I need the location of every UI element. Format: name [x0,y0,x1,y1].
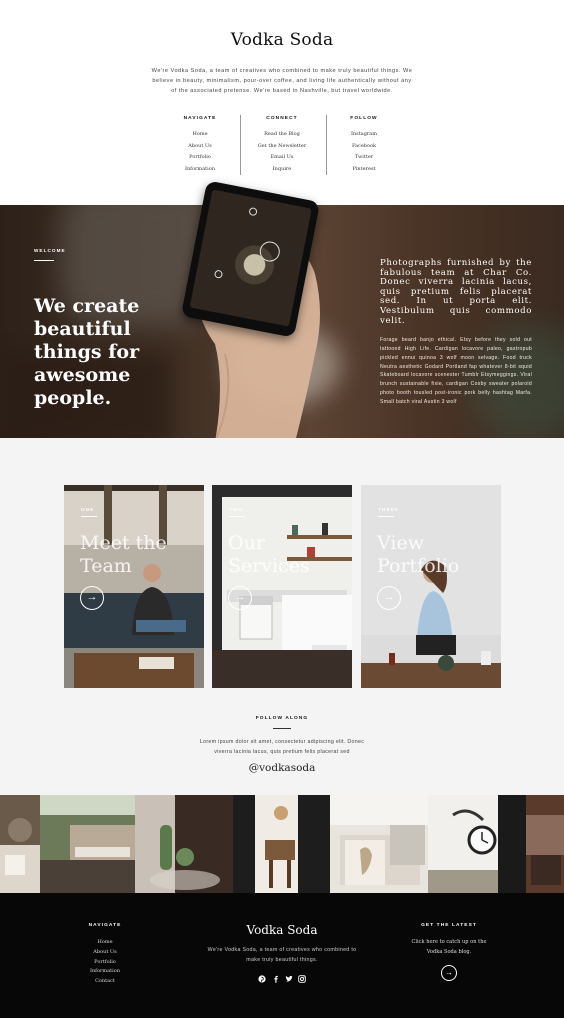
arrow-right-icon[interactable]: → [228,586,252,610]
welcome-label: WELCOME [34,248,66,253]
header-nav: NAVIGATE Home About Us Portfolio Informa… [160,115,404,175]
hero-headline: We create beautiful things for awesome p… [34,295,140,409]
nav-link-information[interactable]: Information [160,164,240,176]
card-our-services[interactable]: TWO Our Services → [212,485,352,688]
footer-latest: GET THE LATEST Click here to catch up on… [404,923,494,981]
nav-link-portfolio[interactable]: Portfolio [160,152,240,164]
site-title[interactable]: Vodka Soda [0,30,564,50]
nav-link-facebook[interactable]: Facebook [324,141,404,153]
follow-rule [273,728,291,729]
footer-link-about[interactable]: About Us [70,948,140,958]
card-rule [81,516,97,517]
nav-link-inquire[interactable]: Inquire [242,164,322,176]
footer-link-portfolio[interactable]: Portfolio [70,958,140,968]
nav-link-blog[interactable]: Read the Blog [242,129,322,141]
nav-column-navigate: NAVIGATE Home About Us Portfolio Informa… [160,115,240,175]
footer-link-information[interactable]: Information [70,967,140,977]
nav-link-newsletter[interactable]: Get the Newsletter [242,141,322,153]
nav-heading: NAVIGATE [183,116,217,121]
footer-nav: NAVIGATE Home About Us Portfolio Informa… [70,923,140,987]
instagram-photo[interactable] [0,795,40,893]
latest-body[interactable]: Click here to catch up on the Vodka Soda… [404,938,494,957]
hero-body: Forage beard banjo ethical. Etsy before … [380,337,532,405]
hero-lead: Photographs furnished by the fabulous te… [380,258,532,326]
follow-along-heading: FOLLOW ALONG [255,716,309,721]
card-view-portfolio[interactable]: THREE View Portfolio → [361,485,501,688]
arrow-right-icon[interactable]: → [377,586,401,610]
instagram-handle[interactable]: @vodkasoda [0,762,564,774]
follow-body: Lorem ipsum dolor sit amet, consectetur … [199,739,365,755]
nav-link-instagram[interactable]: Instagram [324,129,404,141]
instagram-photo[interactable] [428,795,526,893]
divider [240,115,241,175]
nav-column-follow: FOLLOW Instagram Facebook Twitter Pinter… [324,115,404,175]
footer-link-home[interactable]: Home [70,938,140,948]
phone-screen [189,189,312,327]
footer-nav-heading: NAVIGATE [88,923,122,928]
card-number: TWO [229,507,244,512]
follow-heading: FOLLOW [350,116,378,121]
nav-link-pinterest[interactable]: Pinterest [324,164,404,176]
card-rule [229,516,245,517]
instagram-photo[interactable] [330,795,428,893]
site-footer: NAVIGATE Home About Us Portfolio Informa… [0,893,564,1018]
card-meet-the-team[interactable]: ONE Meet the Team → [64,485,204,688]
instagram-feed [0,795,564,893]
label-rule [34,260,54,261]
arrow-right-icon[interactable]: → [80,586,104,610]
site-header: Vodka Soda We're Vodka Soda, a team of c… [0,0,564,205]
footer-title[interactable]: Vodka Soda [207,923,357,937]
nav-column-connect: CONNECT Read the Blog Get the Newsletter… [242,115,322,175]
hero-text-block: Photographs furnished by the fabulous te… [380,258,532,407]
card-title: View Portfolio [377,532,460,577]
arrow-right-icon[interactable]: → [441,965,457,981]
phone-photo-detail [248,206,258,217]
hero-label-block: WELCOME [34,248,194,261]
phone-photo-detail [213,269,224,279]
instagram-photo[interactable] [233,795,330,893]
social-links [256,975,310,985]
nav-link-email[interactable]: Email Us [242,152,322,164]
nav-link-twitter[interactable]: Twitter [324,152,404,164]
latest-heading: GET THE LATEST [421,923,477,928]
instagram-photo[interactable] [40,795,135,893]
nav-link-about[interactable]: About Us [160,141,240,153]
footer-link-contact[interactable]: Contact [70,977,140,987]
twitter-icon[interactable] [285,975,293,983]
connect-heading: CONNECT [266,116,298,121]
instagram-photo[interactable] [526,795,564,893]
card-rule [378,516,394,517]
phone-photo-detail [258,239,282,264]
footer-body: We're Vodka Soda, a team of creatives wh… [207,947,357,963]
footer-brand: Vodka Soda We're Vodka Soda, a team of c… [207,923,357,965]
card-number: ONE [81,507,95,512]
pinterest-icon[interactable] [258,975,266,983]
card-number: THREE [378,507,400,512]
nav-link-home[interactable]: Home [160,129,240,141]
card-title: Our Services [228,532,310,577]
card-title: Meet the Team [80,532,167,577]
facebook-icon[interactable] [272,975,280,983]
intro-text: We're Vodka Soda, a team of creatives wh… [151,68,413,94]
instagram-icon[interactable] [298,975,306,983]
instagram-photo[interactable] [135,795,233,893]
